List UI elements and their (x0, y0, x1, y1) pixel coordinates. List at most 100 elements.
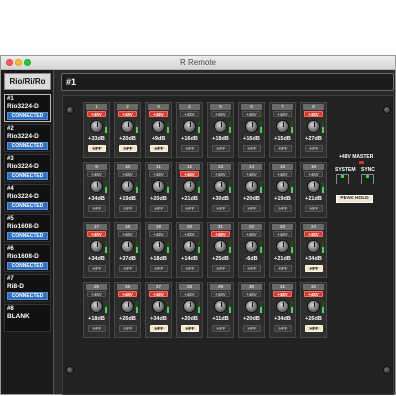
gain-knob[interactable] (307, 180, 320, 193)
hpf-button[interactable]: HPF (88, 205, 106, 212)
phantom-power-button[interactable]: +48V (211, 291, 230, 297)
hpf-button[interactable]: HPF (88, 145, 106, 152)
gain-knob[interactable] (183, 300, 196, 313)
hpf-button[interactable]: HPF (150, 205, 168, 212)
gain-knob[interactable] (121, 300, 134, 313)
gain-knob[interactable] (214, 240, 227, 253)
hpf-button[interactable]: HPF (181, 205, 199, 212)
device-item[interactable]: #2 Rio3224-D CONNECTED (4, 124, 51, 152)
hpf-button[interactable]: HPF (243, 265, 261, 272)
hpf-button[interactable]: HPF (181, 325, 199, 332)
phantom-power-button[interactable]: +48V (273, 171, 292, 177)
gain-knob[interactable] (245, 180, 258, 193)
phantom-power-button[interactable]: +48V (118, 231, 137, 237)
gain-knob[interactable] (307, 300, 320, 313)
hpf-button[interactable]: HPF (119, 265, 137, 272)
gain-knob[interactable] (245, 120, 258, 133)
phantom-power-button[interactable]: +48V (180, 171, 199, 177)
gain-knob[interactable] (214, 300, 227, 313)
gain-knob[interactable] (183, 120, 196, 133)
gain-knob[interactable] (214, 180, 227, 193)
gain-knob[interactable] (90, 240, 103, 253)
hpf-button[interactable]: HPF (305, 145, 323, 152)
phantom-power-button[interactable]: +48V (242, 171, 261, 177)
hpf-button[interactable]: HPF (274, 145, 292, 152)
phantom-power-button[interactable]: +48V (118, 171, 137, 177)
hpf-button[interactable]: HPF (305, 265, 323, 272)
hpf-button[interactable]: HPF (150, 325, 168, 332)
device-item[interactable]: #8 BLANK (4, 304, 51, 332)
gain-knob[interactable] (152, 120, 165, 133)
phantom-power-button[interactable]: +48V (180, 231, 199, 237)
gain-knob[interactable] (276, 300, 289, 313)
phantom-power-button[interactable]: +48V (149, 111, 168, 117)
gain-knob[interactable] (152, 240, 165, 253)
phantom-power-button[interactable]: +48V (273, 231, 292, 237)
hpf-button[interactable]: HPF (274, 325, 292, 332)
phantom-power-button[interactable]: +48V (118, 111, 137, 117)
gain-knob[interactable] (307, 120, 320, 133)
gain-knob[interactable] (121, 180, 134, 193)
title-bar[interactable]: R Remote (1, 56, 395, 70)
device-item[interactable]: #7 Ri8-D CONNECTED (4, 274, 51, 302)
hpf-button[interactable]: HPF (181, 145, 199, 152)
device-item[interactable]: #3 Rio3224-D CONNECTED (4, 154, 51, 182)
gain-knob[interactable] (121, 240, 134, 253)
gain-knob[interactable] (307, 240, 320, 253)
hpf-button[interactable]: HPF (181, 265, 199, 272)
gain-knob[interactable] (152, 180, 165, 193)
gain-knob[interactable] (276, 240, 289, 253)
phantom-power-button[interactable]: +48V (149, 231, 168, 237)
hpf-button[interactable]: HPF (243, 145, 261, 152)
gain-knob[interactable] (152, 300, 165, 313)
phantom-power-button[interactable]: +48V (242, 111, 261, 117)
phantom-power-button[interactable]: +48V (87, 291, 106, 297)
phantom-power-button[interactable]: +48V (242, 231, 261, 237)
gain-knob[interactable] (214, 120, 227, 133)
hpf-button[interactable]: HPF (150, 145, 168, 152)
phantom-power-button[interactable]: +48V (87, 231, 106, 237)
hpf-button[interactable]: HPF (305, 205, 323, 212)
hpf-button[interactable]: HPF (274, 265, 292, 272)
gain-knob[interactable] (276, 120, 289, 133)
device-item[interactable]: #4 Rio3224-D CONNECTED (4, 184, 51, 212)
gain-knob[interactable] (121, 120, 134, 133)
gain-knob[interactable] (183, 180, 196, 193)
hpf-button[interactable]: HPF (243, 205, 261, 212)
phantom-power-button[interactable]: +48V (273, 291, 292, 297)
phantom-power-button[interactable]: +48V (273, 111, 292, 117)
phantom-power-button[interactable]: +48V (211, 111, 230, 117)
hpf-button[interactable]: HPF (212, 265, 230, 272)
gain-knob[interactable] (245, 240, 258, 253)
phantom-power-button[interactable]: +48V (304, 291, 323, 297)
device-item[interactable]: #6 Rio1608-D CONNECTED (4, 244, 51, 272)
peak-hold-button[interactable]: PEAK HOLD (336, 195, 373, 203)
device-item[interactable]: #1 Rio3224-D CONNECTED (4, 94, 51, 122)
gain-knob[interactable] (90, 300, 103, 313)
phantom-power-button[interactable]: +48V (118, 291, 137, 297)
gain-knob[interactable] (276, 180, 289, 193)
hpf-button[interactable]: HPF (212, 325, 230, 332)
phantom-power-button[interactable]: +48V (180, 111, 199, 117)
gain-knob[interactable] (90, 120, 103, 133)
phantom-power-button[interactable]: +48V (180, 291, 199, 297)
hpf-button[interactable]: HPF (119, 145, 137, 152)
phantom-power-button[interactable]: +48V (242, 291, 261, 297)
phantom-power-button[interactable]: +48V (149, 291, 168, 297)
hpf-button[interactable]: HPF (119, 205, 137, 212)
hpf-button[interactable]: HPF (305, 325, 323, 332)
hpf-button[interactable]: HPF (243, 325, 261, 332)
phantom-power-button[interactable]: +48V (87, 111, 106, 117)
hpf-button[interactable]: HPF (88, 265, 106, 272)
gain-knob[interactable] (245, 300, 258, 313)
phantom-power-button[interactable]: +48V (304, 231, 323, 237)
phantom-power-button[interactable]: +48V (304, 111, 323, 117)
gain-knob[interactable] (183, 240, 196, 253)
hpf-button[interactable]: HPF (119, 325, 137, 332)
phantom-power-button[interactable]: +48V (211, 171, 230, 177)
hpf-button[interactable]: HPF (274, 205, 292, 212)
phantom-power-button[interactable]: +48V (87, 171, 106, 177)
phantom-power-button[interactable]: +48V (304, 171, 323, 177)
gain-knob[interactable] (90, 180, 103, 193)
hpf-button[interactable]: HPF (150, 265, 168, 272)
